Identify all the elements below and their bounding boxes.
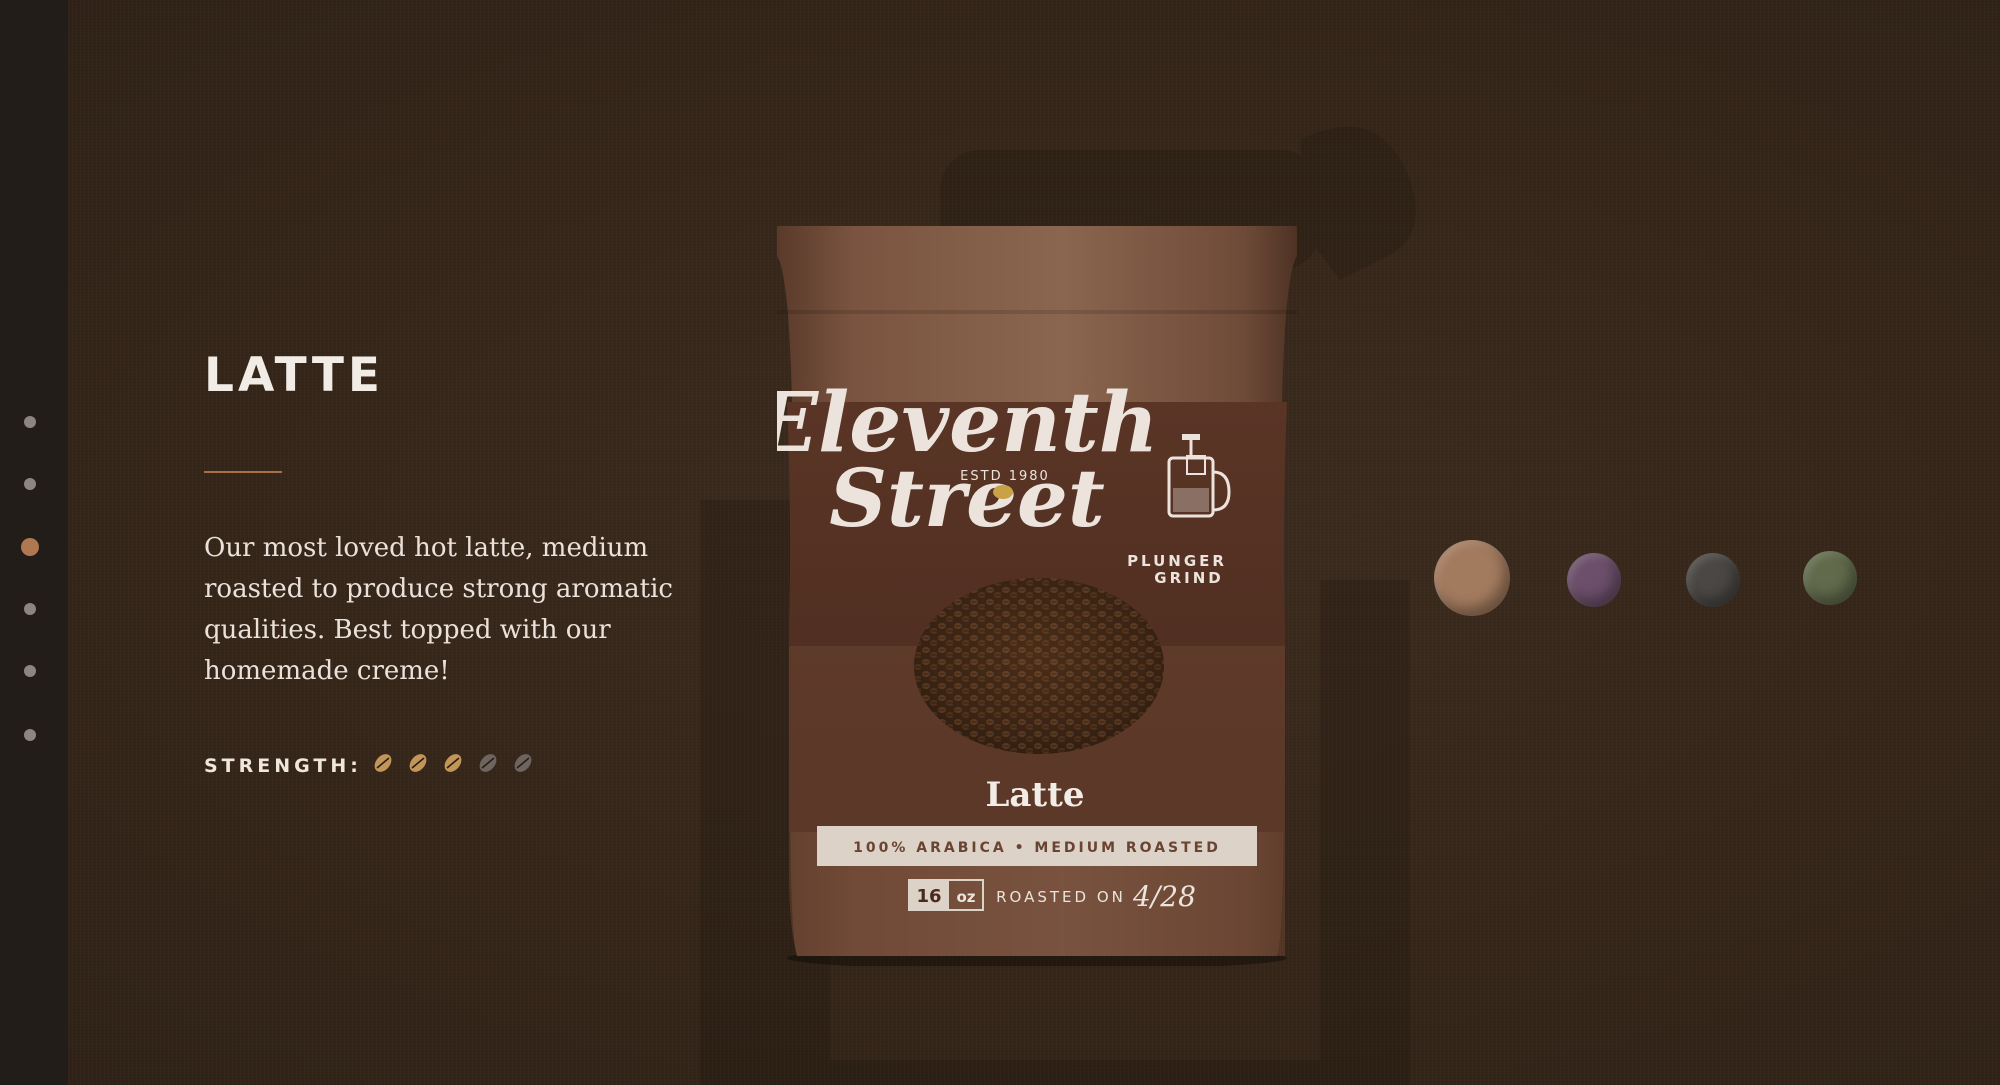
title-divider [204,471,282,473]
swatch-green[interactable] [1803,551,1857,605]
product-title: LATTE [204,348,384,403]
strength-bean-filled-icon [442,752,464,774]
nav-dot-6[interactable] [24,729,36,741]
strength-bean-filled-icon [372,752,394,774]
nav-dot-4[interactable] [24,603,36,615]
bag-grind-grind: GRIND [1154,569,1223,587]
bag-grind-plunger: PLUNGER [1127,552,1227,570]
bag-brand-street: Street [829,451,1105,545]
bag-roasted-label: ROASTED ON [996,888,1126,906]
swatch-gray[interactable] [1686,553,1740,607]
nav-dot-2[interactable] [24,478,36,490]
bag-band-text: 100% ARABICA • MEDIUM ROASTED [853,840,1221,856]
strength-label: STRENGTH: [204,754,362,777]
bag-estd: ESTD 1980 [960,469,1050,484]
strength-bean-filled-icon [407,752,429,774]
bag-roasted-date: 4/28 [1132,880,1196,913]
side-rail [0,0,68,1085]
strength-bean-empty-icon [512,752,534,774]
nav-dot-3[interactable] [21,538,39,556]
strength-bean-empty-icon [477,752,499,774]
bag-weight-value: 16 [916,886,941,907]
nav-dot-1[interactable] [24,416,36,428]
strength-meter: STRENGTH: [204,752,547,779]
bag-weight-unit: oz [956,888,975,906]
bag-bean-logo-icon [993,485,1013,499]
swatch-purple[interactable] [1567,553,1621,607]
bag-flavor: Latte [986,775,1085,815]
nav-dot-5[interactable] [24,665,36,677]
swatch-latte[interactable] [1434,540,1510,616]
coffee-bag-image: Eleventh Street ESTD 1980 PLUNGER GRIND … [777,226,1297,966]
product-description: Our most loved hot latte, medium roasted… [204,533,673,686]
